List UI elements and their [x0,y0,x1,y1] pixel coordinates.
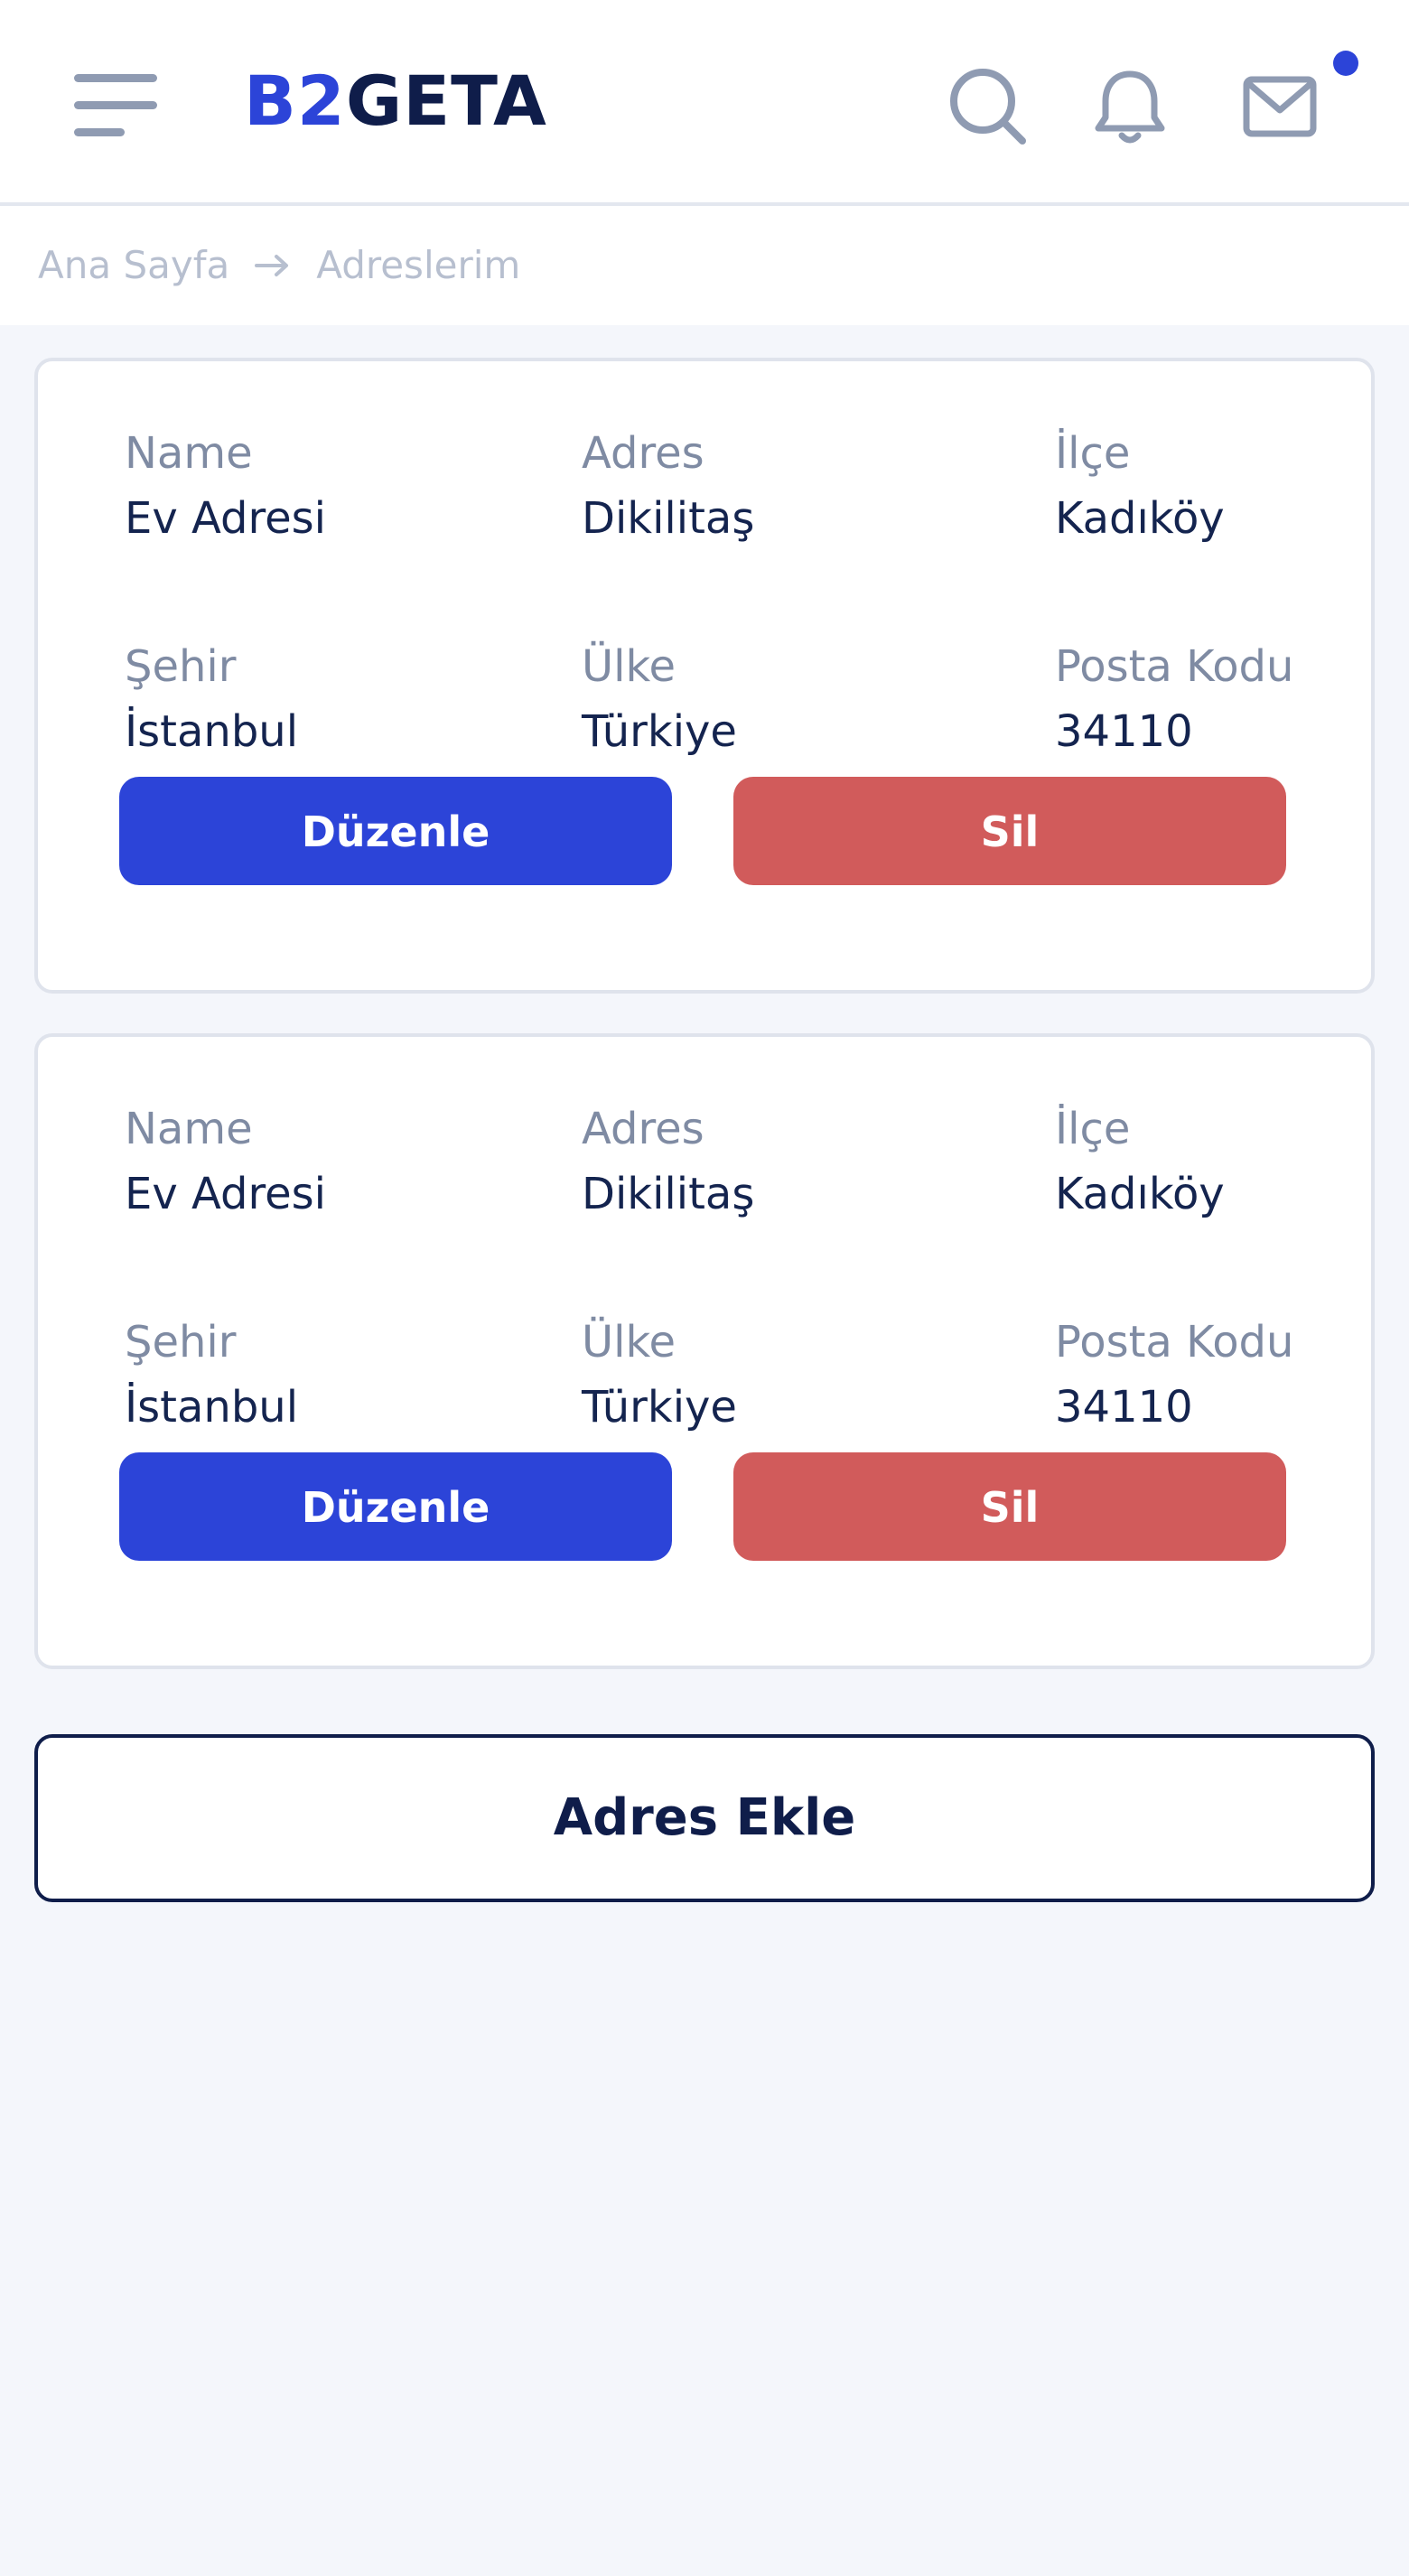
add-address-button[interactable]: Adres Ekle [34,1734,1375,1902]
city-field: Şehir İstanbul [125,1313,298,1436]
country-label: Ülke [582,1317,677,1367]
postal-code-field: Posta Kodu 34110 [1055,1313,1293,1436]
address-field: Adres Dikilitaş [582,1100,754,1223]
name-label: Name [125,428,253,479]
postal-code-label: Posta Kodu [1055,641,1294,692]
arrow-right-icon [255,255,289,276]
country-label: Ülke [582,641,677,692]
city-value: İstanbul [125,706,299,757]
postal-code-value: 34110 [1055,1382,1193,1433]
address-card: Name Ev Adresi Adres Dikilitaş İlçe Kadı… [34,358,1375,994]
country-field: Ülke Türkiye [582,1313,737,1436]
district-value: Kadıköy [1055,1169,1225,1219]
country-value: Türkiye [582,1382,737,1433]
district-value: Kadıköy [1055,493,1225,544]
address-label: Adres [582,428,704,479]
breadcrumb-bar: Ana Sayfa Adreslerim [0,206,1409,325]
top-header: B2GETA [0,0,1409,206]
name-field: Name Ev Adresi [125,425,326,547]
postal-code-field: Posta Kodu 34110 [1055,638,1293,761]
district-field: İlçe Kadıköy [1055,1100,1225,1223]
country-field: Ülke Türkiye [582,638,737,761]
name-label: Name [125,1104,253,1154]
city-field: Şehir İstanbul [125,638,298,761]
edit-address-button[interactable]: Düzenle [119,1452,672,1561]
breadcrumb-current: Adreslerim [316,243,521,287]
city-label: Şehir [125,1317,237,1367]
mail-icon[interactable] [1239,65,1320,146]
city-label: Şehir [125,641,237,692]
logo-part-geta: GETA [345,61,547,141]
search-icon[interactable] [947,65,1028,146]
brand-logo[interactable]: B2GETA [244,65,547,137]
name-field: Name Ev Adresi [125,1100,326,1223]
postal-code-value: 34110 [1055,706,1193,757]
district-label: İlçe [1055,1104,1131,1154]
district-label: İlçe [1055,428,1131,479]
city-value: İstanbul [125,1382,299,1433]
logo-part-b2: B2 [244,61,346,141]
name-value: Ev Adresi [125,1169,327,1219]
address-field: Adres Dikilitaş [582,425,754,547]
postal-code-label: Posta Kodu [1055,1317,1294,1367]
bell-icon[interactable] [1089,65,1171,146]
address-value: Dikilitaş [582,1169,755,1219]
address-card: Name Ev Adresi Adres Dikilitaş İlçe Kadı… [34,1033,1375,1669]
breadcrumb: Ana Sayfa Adreslerim [38,240,520,291]
delete-address-button[interactable]: Sil [733,777,1286,885]
menu-icon[interactable] [74,74,159,137]
delete-address-button[interactable]: Sil [733,1452,1286,1561]
country-value: Türkiye [582,706,737,757]
name-value: Ev Adresi [125,493,327,544]
district-field: İlçe Kadıköy [1055,425,1225,547]
address-value: Dikilitaş [582,493,755,544]
address-label: Adres [582,1104,704,1154]
edit-address-button[interactable]: Düzenle [119,777,672,885]
unread-indicator-dot [1333,51,1358,76]
breadcrumb-home-link[interactable]: Ana Sayfa [38,240,229,291]
